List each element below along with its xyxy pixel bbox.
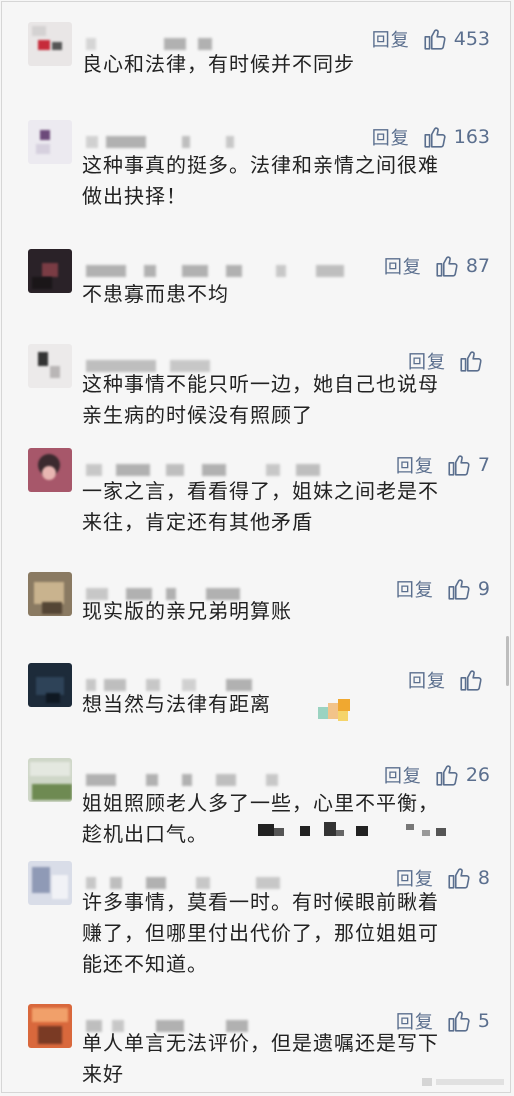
watermark-redacted (422, 1074, 508, 1088)
emoji-redacted (258, 822, 458, 840)
avatar[interactable] (28, 448, 72, 492)
avatar[interactable] (28, 22, 72, 66)
reply-button[interactable]: 回复 (372, 124, 410, 150)
avatar[interactable] (28, 344, 72, 388)
like-count: 453 (453, 28, 490, 50)
thumbs-up-icon (436, 765, 458, 786)
comment-text: 一家之言，看看得了，姐妹之间老是不 来往，肯定还有其他矛盾 (82, 479, 439, 534)
comment-list: 回复 453 良心和法律，有时候并不同步 回复 163 这种事真的挺多。法律和亲… (1, 1, 511, 1093)
comment-actions: 回复 26 (384, 758, 490, 792)
username-redacted (86, 265, 356, 277)
like-button[interactable]: 26 (434, 762, 490, 788)
like-button[interactable]: 87 (434, 253, 490, 279)
comment-text: 这种事真的挺多。法律和亲情之间很难 做出抉择！ (82, 153, 439, 208)
thumbs-up-icon (424, 127, 446, 148)
thumbs-up-icon (448, 455, 470, 476)
avatar[interactable] (28, 572, 72, 616)
like-count: 163 (453, 126, 490, 148)
comment-text: 这种事情不能只听一边，她自己也说母 亲生病的时候没有照顾了 (82, 372, 439, 427)
avatar[interactable] (28, 663, 72, 707)
like-count: 8 (477, 867, 490, 889)
like-count: 87 (465, 255, 490, 277)
comment-text: 现实版的亲兄弟明算账 (82, 599, 292, 623)
comment-text: 想当然与法律有距离 (82, 692, 271, 716)
comment-text: 不患寡而患不均 (82, 282, 229, 306)
like-count: 7 (477, 454, 490, 476)
comment-text: 姐姐照顾老人多了一些，心里不平衡， 趁机出口气。 (82, 791, 439, 846)
username-redacted (86, 136, 266, 148)
comment-actions: 回复 163 (372, 120, 490, 154)
reply-button[interactable]: 回复 (384, 253, 422, 279)
emoji-sticker-redacted (318, 699, 354, 725)
like-button[interactable]: 163 (422, 124, 490, 150)
reply-button[interactable]: 回复 (384, 762, 422, 788)
thumbs-up-icon (436, 256, 458, 277)
avatar[interactable] (28, 758, 72, 802)
username-redacted (86, 774, 306, 786)
avatar[interactable] (28, 249, 72, 293)
like-button[interactable]: 7 (446, 452, 490, 478)
username-redacted (86, 464, 336, 476)
comment-actions: 回复 87 (384, 249, 490, 283)
avatar[interactable] (28, 861, 72, 905)
comment-text: 良心和法律，有时候并不同步 (82, 52, 355, 76)
like-count: 26 (465, 764, 490, 786)
comment-text: 许多事情，莫看一时。有时候眼前瞅着 赚了，但哪里付出代价了，那位姐姐可 能还不知… (82, 890, 439, 976)
reply-button[interactable]: 回复 (396, 452, 434, 478)
avatar[interactable] (28, 1004, 72, 1048)
avatar[interactable] (28, 120, 72, 164)
scrollbar[interactable] (506, 636, 509, 686)
